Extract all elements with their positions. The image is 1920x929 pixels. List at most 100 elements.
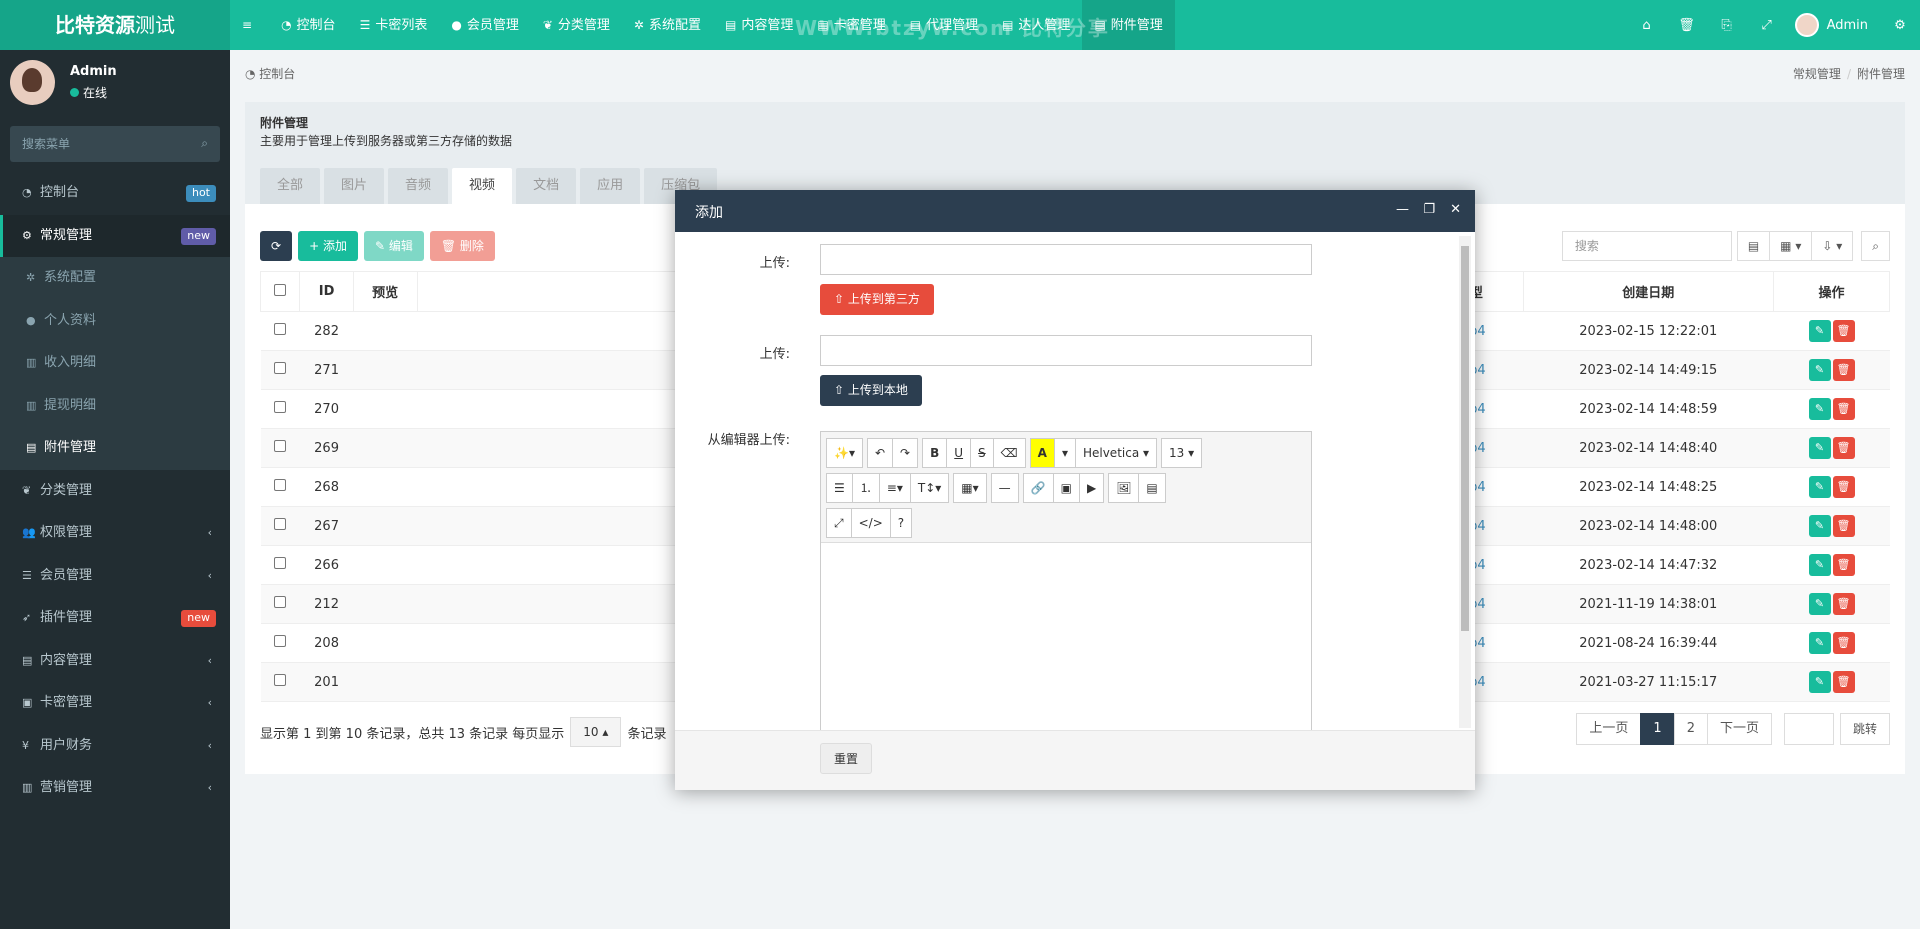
settings-gears-icon[interactable]: ⚙ [1880, 18, 1920, 33]
sidebar-item-marketing[interactable]: ▥ 营销管理 ‹ [0, 767, 230, 810]
translate-icon[interactable]: ⎘ [1707, 18, 1747, 33]
row-delete-button[interactable]: 🗑 [1832, 437, 1855, 459]
sidebar-search-input[interactable] [10, 126, 220, 162]
row-delete-button[interactable]: 🗑 [1832, 554, 1855, 576]
sidebar-item-plugins[interactable]: ➶ 插件管理 new [0, 597, 230, 640]
breadcrumb-home[interactable]: ◔ 控制台 [245, 65, 295, 82]
prev-page-button[interactable]: 上一页 [1576, 713, 1642, 745]
attach-file-icon[interactable]: ▤ [1138, 473, 1166, 503]
upload-third-party-button[interactable]: ⇧ 上传到第三方 [820, 284, 934, 315]
upload-local-button[interactable]: ⇧ 上传到本地 [820, 375, 922, 406]
row-delete-button[interactable]: 🗑 [1832, 398, 1855, 420]
row-edit-button[interactable]: ✎ [1808, 671, 1831, 693]
advanced-search-button[interactable]: ⌕ [1861, 231, 1890, 261]
video-icon[interactable]: ▶ [1078, 473, 1105, 503]
fullscreen-icon[interactable]: ⤢ [1747, 18, 1787, 33]
row-edit-button[interactable]: ✎ [1808, 398, 1831, 420]
tab-video[interactable]: 视频 [452, 168, 513, 204]
toggle-view-button[interactable]: ▤ [1736, 231, 1771, 261]
redo-icon[interactable]: ↷ [892, 438, 919, 468]
export-button[interactable]: ⇩ ▾ [1811, 231, 1854, 261]
select-all-checkbox[interactable] [274, 283, 287, 296]
ordered-list-icon[interactable]: ⒈ [851, 473, 880, 503]
font-color-icon[interactable]: A [1029, 438, 1055, 468]
row-edit-button[interactable]: ✎ [1808, 593, 1831, 615]
next-page-button[interactable]: 下一页 [1706, 713, 1772, 745]
topnav-dashboard[interactable]: ◔ 控制台 [269, 0, 348, 50]
color-dropdown-icon[interactable]: ▾ [1053, 438, 1076, 468]
upload-url-field-1[interactable] [820, 244, 1312, 275]
reset-button[interactable]: 重置 [820, 743, 873, 774]
page-button-2[interactable]: 2 [1673, 713, 1708, 745]
row-delete-button[interactable]: 🗑 [1832, 476, 1855, 498]
sidebar-item-dashboard[interactable]: ◔ 控制台 hot [0, 172, 230, 215]
row-delete-button[interactable]: 🗑 [1832, 671, 1855, 693]
horizontal-rule-icon[interactable]: — [990, 473, 1019, 503]
row-checkbox[interactable] [274, 674, 287, 686]
tab-audio[interactable]: 音频 [388, 168, 449, 204]
strikethrough-icon[interactable]: S [970, 438, 994, 468]
sidebar-item-attachments[interactable]: ▤ 附件管理 [0, 427, 230, 470]
font-name-dropdown[interactable]: Helvetica ▾ [1074, 438, 1158, 468]
row-edit-button[interactable]: ✎ [1808, 359, 1831, 381]
sidebar-item-general[interactable]: ⚙ 常规管理 new [0, 214, 230, 257]
row-checkbox[interactable] [274, 596, 287, 608]
sidebar-toggle-button[interactable]: ≡ [230, 0, 269, 50]
align-icon[interactable]: ≡▾ [878, 473, 911, 503]
row-checkbox[interactable] [274, 635, 287, 647]
image-icon[interactable]: ▣ [1052, 473, 1080, 503]
topnav-card-list[interactable]: ☰ 卡密列表 [348, 0, 440, 50]
row-edit-button[interactable]: ✎ [1808, 515, 1831, 537]
refresh-button[interactable]: ⟳ [260, 231, 293, 261]
sidebar-item-auth[interactable]: 👥 权限管理 ‹ [0, 512, 230, 555]
column-header-created[interactable]: 创建日期 [1522, 271, 1775, 312]
dialog-scrollbar[interactable] [1459, 236, 1471, 728]
jump-page-input[interactable] [1783, 713, 1834, 745]
sidebar-item-withdraw[interactable]: ▥ 提现明细 [0, 384, 230, 427]
row-checkbox[interactable] [274, 323, 287, 335]
row-checkbox[interactable] [274, 440, 287, 452]
page-size-select[interactable]: 10 ▴ [570, 717, 622, 747]
sidebar-item-card-manage[interactable]: ▣ 卡密管理 ‹ [0, 682, 230, 725]
underline-icon[interactable]: U [946, 438, 972, 468]
column-header-id[interactable]: ID [299, 271, 354, 312]
unordered-list-icon[interactable]: ☰ [826, 473, 853, 503]
sidebar-item-system-config[interactable]: ✲ 系统配置 [0, 257, 230, 300]
fullscreen-icon[interactable]: ⤢ [826, 508, 852, 538]
row-edit-button[interactable]: ✎ [1808, 320, 1831, 342]
topnav-category[interactable]: ❦ 分类管理 [531, 0, 622, 50]
add-button[interactable]: + 添加 [298, 231, 358, 261]
tab-document[interactable]: 文档 [516, 168, 577, 204]
topnav-system-config[interactable]: ✲ 系统配置 [622, 0, 713, 50]
magic-icon[interactable]: ✨▾ [826, 438, 863, 468]
upload-url-field-2[interactable] [820, 335, 1312, 366]
search-icon[interactable]: ⌕ [201, 136, 208, 151]
row-checkbox[interactable] [274, 362, 287, 374]
table-icon[interactable]: ▦▾ [953, 473, 987, 503]
sidebar-item-content[interactable]: ▤ 内容管理 ‹ [0, 640, 230, 683]
home-icon[interactable]: ⌂ [1627, 18, 1667, 33]
topnav-members[interactable]: ● 会员管理 [439, 0, 531, 50]
sidebar-item-members[interactable]: ☰ 会员管理 ‹ [0, 555, 230, 598]
undo-icon[interactable]: ↶ [866, 438, 894, 468]
editor-content-area[interactable] [821, 543, 1311, 730]
row-edit-button[interactable]: ✎ [1808, 437, 1831, 459]
eraser-icon[interactable]: ⌫ [992, 438, 1026, 468]
columns-button[interactable]: ▦ ▾ [1769, 231, 1813, 261]
row-delete-button[interactable]: 🗑 [1832, 359, 1855, 381]
row-checkbox[interactable] [274, 401, 287, 413]
row-checkbox[interactable] [274, 479, 287, 491]
tab-application[interactable]: 应用 [580, 168, 641, 204]
minimize-icon[interactable]: — [1396, 202, 1409, 217]
link-icon[interactable]: 🔗 [1022, 473, 1054, 503]
help-icon[interactable]: ? [889, 508, 913, 538]
row-edit-button[interactable]: ✎ [1808, 632, 1831, 654]
app-logo[interactable]: 比特资源测试 [0, 0, 230, 50]
breadcrumb-item[interactable]: 常规管理 [1793, 67, 1841, 81]
row-delete-button[interactable]: 🗑 [1832, 593, 1855, 615]
bold-icon[interactable]: B [922, 438, 948, 468]
sidebar-item-finance[interactable]: ¥ 用户财务 ‹ [0, 725, 230, 768]
row-delete-button[interactable]: 🗑 [1832, 632, 1855, 654]
code-view-icon[interactable]: </> [850, 508, 891, 538]
user-menu[interactable]: Admin [1787, 13, 1880, 37]
